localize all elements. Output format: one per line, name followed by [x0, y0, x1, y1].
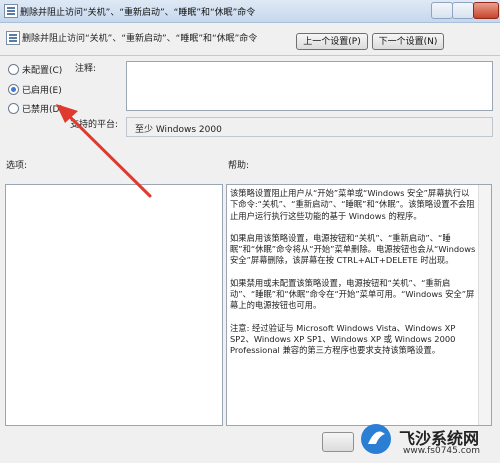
radio-circle[interactable]	[8, 103, 19, 114]
help-scrollbar[interactable]	[478, 185, 491, 425]
platform-value: 至少 Windows 2000	[135, 125, 222, 135]
options-label: 选项:	[6, 161, 28, 171]
help-paragraph: 该策略设置阻止用户从“开始”菜单或“Windows 安全”屏幕执行以下命令:“关…	[230, 188, 475, 221]
help-paragraph: 如果禁用或未配置该策略设置，电源按钮和“关机”、“重新启动”、“睡眠”和“休眠”…	[230, 277, 475, 311]
radio-circle[interactable]	[8, 64, 19, 75]
help-panel: 该策略设置阻止用户从“开始”菜单或“Windows 安全”屏幕执行以下命令:“关…	[226, 184, 492, 426]
policy-icon	[4, 4, 18, 18]
radio-enabled[interactable]: 已启用(E)	[8, 83, 62, 97]
separator	[0, 55, 500, 56]
radio-circle[interactable]	[8, 84, 19, 95]
policy-icon	[6, 31, 20, 45]
platform-label: 支持的平台:	[70, 120, 119, 130]
radio-not-configured[interactable]: 未配置(C)	[8, 63, 62, 77]
title-bar: 删除并阻止访问“关机”、“重新启动”、“睡眠”和“休眠”命令	[0, 0, 500, 23]
previous-setting-button[interactable]: 上一个设置(P)	[296, 33, 368, 50]
watermark: 飞沙系统网 www.fs0745.com	[355, 418, 500, 463]
policy-name: 删除并阻止访问“关机”、“重新启动”、“睡眠”和“休眠”命令	[22, 34, 258, 44]
help-paragraph: 如果启用该策略设置，电源按钮和“关机”、“重新启动”、“睡眠”和“休眠”命令将从…	[230, 232, 476, 266]
help-paragraph: 注意: 经过验证与 Microsoft Windows Vista、Window…	[230, 322, 456, 356]
maximize-button[interactable]	[452, 2, 474, 19]
radio-label: 已禁用(D)	[22, 105, 63, 115]
options-panel	[5, 184, 223, 426]
platform-field: 至少 Windows 2000	[126, 117, 493, 137]
radio-disabled[interactable]: 已禁用(D)	[8, 102, 63, 116]
close-button[interactable]	[473, 2, 499, 19]
next-setting-button[interactable]: 下一个设置(N)	[372, 33, 444, 50]
watermark-url: www.fs0745.com	[403, 446, 480, 456]
minimize-button[interactable]	[431, 2, 453, 19]
radio-label: 未配置(C)	[22, 66, 63, 76]
help-label: 帮助:	[228, 161, 250, 171]
ok-button[interactable]	[322, 432, 354, 452]
radio-label: 已启用(E)	[22, 86, 62, 96]
help-text: 该策略设置阻止用户从“开始”菜单或“Windows 安全”屏幕执行以下命令:“关…	[230, 188, 476, 368]
window-title: 删除并阻止访问“关机”、“重新启动”、“睡眠”和“休眠”命令	[20, 8, 256, 18]
fs-logo-icon	[361, 424, 391, 454]
comment-label: 注释:	[75, 64, 97, 74]
comment-input[interactable]	[126, 61, 493, 111]
